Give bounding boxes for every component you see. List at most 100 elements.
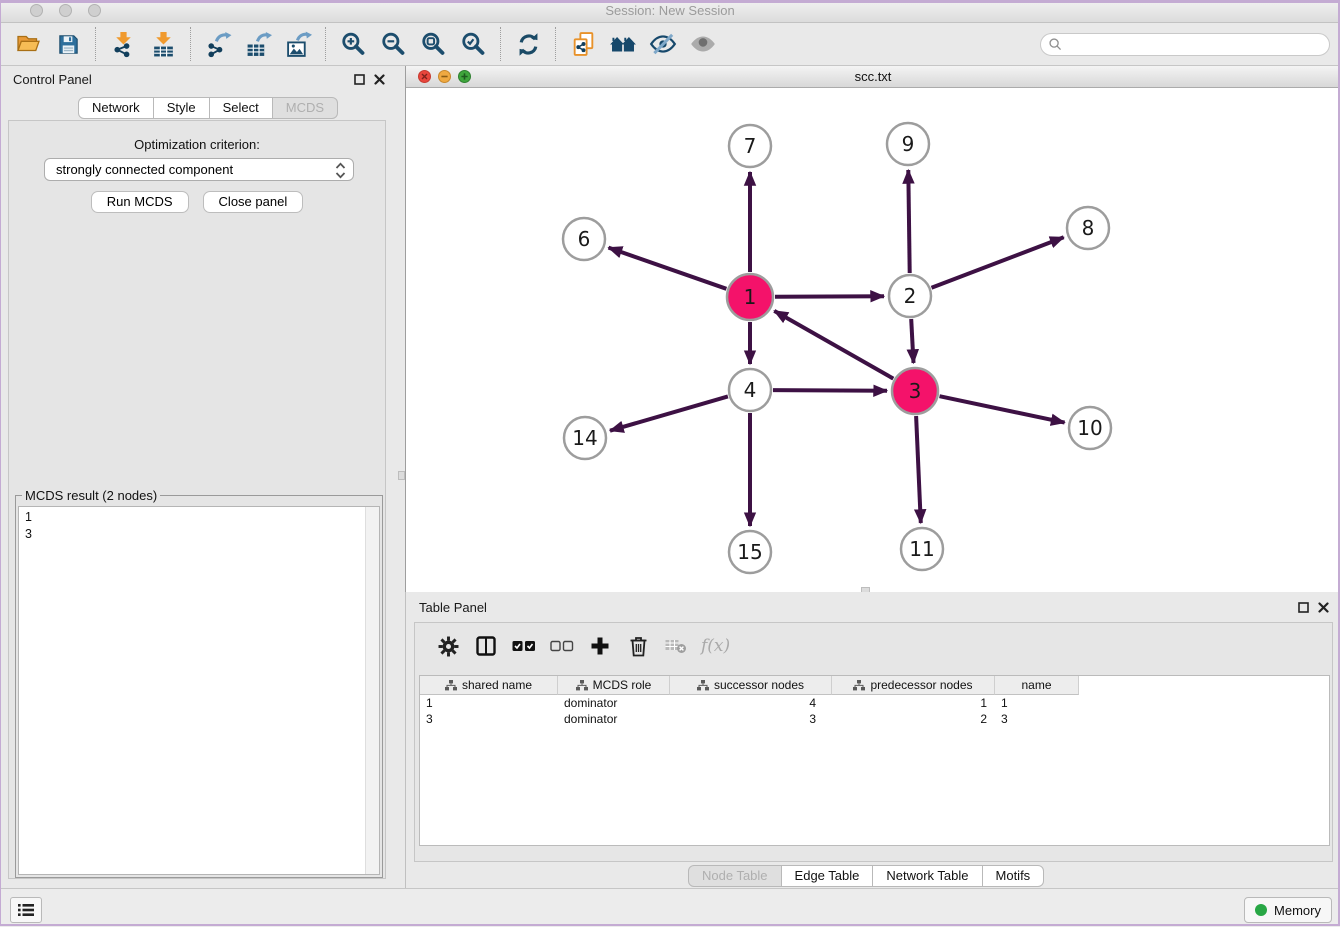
column-header-mcds-role[interactable]: MCDS role <box>558 676 670 695</box>
task-history-button[interactable] <box>10 897 42 923</box>
cell-name[interactable]: 3 <box>995 712 1079 726</box>
tab-mcds[interactable]: MCDS <box>273 97 338 119</box>
memory-button[interactable]: Memory <box>1244 897 1332 923</box>
graph-edge-3-11[interactable] <box>916 416 921 523</box>
hide-selected-button[interactable] <box>648 29 678 59</box>
tab-network-table[interactable]: Network Table <box>873 865 982 887</box>
zoom-fit-button[interactable] <box>418 29 448 59</box>
tab-node-table[interactable]: Node Table <box>688 865 782 887</box>
column-header-shared-name[interactable]: shared name <box>420 676 558 695</box>
graph-node-8[interactable]: 8 <box>1067 207 1109 249</box>
minimize-window-button[interactable] <box>59 4 72 17</box>
graph-node-9[interactable]: 9 <box>887 123 929 165</box>
graph-node-14[interactable]: 14 <box>564 417 606 459</box>
dropdown-stepper-icon <box>335 162 346 182</box>
cell-successor-nodes[interactable]: 4 <box>670 696 832 710</box>
network-close-button[interactable] <box>418 70 431 83</box>
graph-node-10[interactable]: 10 <box>1069 407 1111 449</box>
export-network-button[interactable] <box>203 29 233 59</box>
graph-edge-2-8[interactable] <box>932 237 1064 287</box>
graph-edge-4-3[interactable] <box>773 390 887 391</box>
network-canvas[interactable]: 7 9 6 8 1 2 4 3 14 10 15 11 <box>406 88 1340 592</box>
column-header-name[interactable]: name <box>995 676 1079 695</box>
graph-edge-3-1[interactable] <box>774 311 893 379</box>
first-neighbors-button[interactable] <box>608 29 638 59</box>
graph-node-1[interactable]: 1 <box>727 274 773 320</box>
delete-column-button[interactable] <box>623 631 653 661</box>
tab-edge-table[interactable]: Edge Table <box>782 865 874 887</box>
tab-network[interactable]: Network <box>78 97 154 119</box>
add-column-button[interactable] <box>585 631 615 661</box>
mcds-result-item[interactable]: 3 <box>19 526 379 543</box>
mcds-result-list[interactable]: 1 3 <box>18 506 380 875</box>
show-all-button[interactable] <box>688 29 718 59</box>
close-panel-icon[interactable] <box>1318 602 1329 613</box>
zoom-selected-button[interactable] <box>458 29 488 59</box>
refresh-layout-button[interactable] <box>513 29 543 59</box>
graph-edge-1-6[interactable] <box>609 248 727 289</box>
table-row[interactable]: 1 dominator 4 1 1 <box>420 695 1329 711</box>
graph-edge-1-2[interactable] <box>775 296 884 297</box>
graph-edge-2-9[interactable] <box>908 170 909 273</box>
graph-edge-2-3[interactable] <box>911 319 913 363</box>
graph-node-7[interactable]: 7 <box>729 125 771 167</box>
split-columns-button[interactable] <box>471 631 501 661</box>
vertical-splitter-handle[interactable] <box>398 471 405 480</box>
open-session-button[interactable] <box>13 29 43 59</box>
delete-table-button[interactable] <box>661 631 691 661</box>
close-window-button[interactable] <box>30 4 43 17</box>
cell-name[interactable]: 1 <box>995 696 1079 710</box>
network-zoom-button[interactable] <box>458 70 471 83</box>
graph-edge-3-10[interactable] <box>940 396 1065 422</box>
cell-predecessor-nodes[interactable]: 2 <box>832 712 995 726</box>
table-panel-tabs: Node Table Edge Table Network Table Moti… <box>688 865 1044 887</box>
close-panel-icon[interactable] <box>374 74 385 85</box>
graph-node-4[interactable]: 4 <box>729 369 771 411</box>
float-panel-icon[interactable] <box>1298 602 1309 613</box>
tab-style[interactable]: Style <box>154 97 210 119</box>
column-header-successor-nodes[interactable]: successor nodes <box>670 676 832 695</box>
mcds-list-scrollbar[interactable] <box>365 507 379 874</box>
import-network-button[interactable] <box>108 29 138 59</box>
select-all-columns-button[interactable] <box>509 631 539 661</box>
graph-node-3[interactable]: 3 <box>892 368 938 414</box>
close-panel-button[interactable]: Close panel <box>203 191 304 213</box>
window-title: Session: New Session <box>0 0 1340 21</box>
optimization-criterion-select[interactable]: strongly connected component <box>44 158 354 181</box>
float-panel-icon[interactable] <box>354 74 365 85</box>
cell-successor-nodes[interactable]: 3 <box>670 712 832 726</box>
tab-motifs[interactable]: Motifs <box>983 865 1045 887</box>
import-table-button[interactable] <box>148 29 178 59</box>
cell-mcds-role[interactable]: dominator <box>558 712 670 726</box>
graph-node-label: 4 <box>744 378 757 402</box>
graph-node-11[interactable]: 11 <box>901 528 943 570</box>
graph-node-6[interactable]: 6 <box>563 218 605 260</box>
export-table-button[interactable] <box>243 29 273 59</box>
graph-edge-4-14[interactable] <box>610 396 728 430</box>
zoom-out-button[interactable] <box>378 29 408 59</box>
toolbar-separator <box>190 27 191 61</box>
window-titlebar: Session: New Session <box>0 0 1340 23</box>
search-input[interactable] <box>1063 36 1329 53</box>
column-header-predecessor-nodes[interactable]: predecessor nodes <box>832 676 995 695</box>
zoom-in-button[interactable] <box>338 29 368 59</box>
cell-shared-name[interactable]: 1 <box>420 696 558 710</box>
tab-select[interactable]: Select <box>210 97 273 119</box>
graph-node-15[interactable]: 15 <box>729 531 771 573</box>
save-session-button[interactable] <box>53 29 83 59</box>
export-image-button[interactable] <box>283 29 313 59</box>
zoom-window-button[interactable] <box>88 4 101 17</box>
graph-node-2[interactable]: 2 <box>889 275 931 317</box>
duplicate-network-button[interactable] <box>568 29 598 59</box>
network-minimize-button[interactable] <box>438 70 451 83</box>
run-mcds-button[interactable]: Run MCDS <box>91 191 189 213</box>
deselect-all-columns-button[interactable] <box>547 631 577 661</box>
function-builder-button[interactable]: f(x) <box>701 636 730 656</box>
table-row[interactable]: 3 dominator 3 2 3 <box>420 711 1329 727</box>
mcds-panel: Optimization criterion: strongly connect… <box>8 120 386 879</box>
cell-shared-name[interactable]: 3 <box>420 712 558 726</box>
table-settings-button[interactable] <box>433 631 463 661</box>
cell-mcds-role[interactable]: dominator <box>558 696 670 710</box>
mcds-result-item[interactable]: 1 <box>19 507 379 526</box>
cell-predecessor-nodes[interactable]: 1 <box>832 696 995 710</box>
